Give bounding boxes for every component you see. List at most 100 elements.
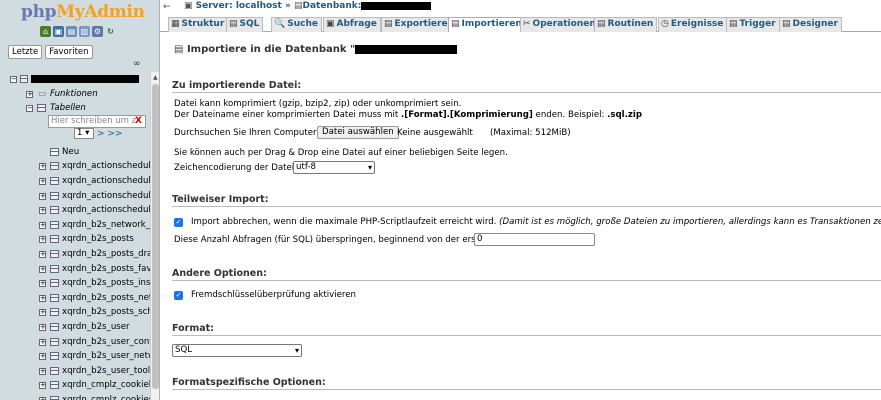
breadcrumb-database[interactable]: Datenbank: bbox=[302, 1, 361, 11]
operations-icon: ✂ bbox=[523, 19, 531, 29]
tab-export[interactable]: ▤ Exportieren bbox=[381, 17, 458, 32]
tree-row-database[interactable]: − bbox=[0, 72, 150, 87]
expand-icon[interactable]: + bbox=[39, 192, 46, 200]
scroll-up-icon[interactable]: ▲ bbox=[153, 74, 158, 81]
reload-icon[interactable]: ↻ bbox=[105, 26, 116, 37]
nav-scrollbar[interactable]: ▲ bbox=[150, 72, 159, 400]
new-table-icon bbox=[50, 147, 59, 156]
charset-select[interactable]: utf-8 ▾ bbox=[293, 161, 375, 174]
table-name: xqrdn_b2s_posts_favo bbox=[62, 263, 150, 274]
divider bbox=[172, 92, 881, 93]
table-icon bbox=[50, 337, 59, 346]
expand-icon[interactable]: + bbox=[39, 353, 46, 361]
tab-designer[interactable]: ▤ Designer bbox=[779, 17, 842, 32]
tree-row-table[interactable]: + xqrdn_actionschedule bbox=[0, 203, 150, 218]
table-name: xqrdn_b2s_posts bbox=[62, 234, 134, 245]
table-filter-input[interactable]: Hier schreiben um z X bbox=[48, 115, 146, 128]
redacted-database-name bbox=[355, 44, 458, 54]
expand-icon[interactable]: + bbox=[39, 250, 46, 258]
tree-row-table[interactable]: + xqrdn_b2s_posts_favo bbox=[0, 262, 150, 277]
tab-import[interactable]: ▤ Importieren bbox=[448, 17, 526, 33]
expand-icon[interactable]: + bbox=[39, 323, 46, 331]
home-icon[interactable]: ⌂ bbox=[40, 26, 51, 37]
tree-row-table[interactable]: + xqrdn_b2s_posts_sche bbox=[0, 305, 150, 320]
tree-row-tables[interactable]: − Tabellen bbox=[0, 101, 150, 116]
expand-icon[interactable]: + bbox=[39, 207, 46, 215]
expand-icon[interactable]: + bbox=[39, 338, 46, 346]
tree-row-table[interactable]: + xqrdn_b2s_posts_netw bbox=[0, 291, 150, 306]
sql-query-icon[interactable]: ▤ bbox=[66, 26, 77, 37]
recent-tab[interactable]: Letzte bbox=[8, 45, 43, 59]
expand-icon[interactable]: + bbox=[39, 265, 46, 273]
phpmyadmin-logo[interactable]: phpMyAdmin bbox=[21, 2, 145, 22]
divider bbox=[172, 206, 881, 207]
link-with-main-panel-icon[interactable]: ∞ bbox=[133, 59, 141, 69]
table-name: xqrdn_b2s_user bbox=[62, 321, 130, 332]
table-name: xqrdn_b2s_user_conta bbox=[62, 336, 150, 347]
fk-checks-checkbox[interactable]: ✓ bbox=[174, 291, 183, 300]
tab-sql[interactable]: ▤ SQL bbox=[226, 17, 264, 32]
settings-icon[interactable]: ⚙ bbox=[92, 26, 103, 37]
expand-icon[interactable]: + bbox=[26, 90, 33, 98]
table-name: xqrdn_b2s_posts_insig bbox=[62, 278, 150, 289]
tree-row-table[interactable]: + xqrdn_cmplz_cookieb bbox=[0, 378, 150, 393]
scrollbar-thumb[interactable] bbox=[152, 84, 159, 389]
expand-icon[interactable]: + bbox=[39, 236, 46, 244]
tree-row-table[interactable]: + xqrdn_b2s_posts_insig bbox=[0, 276, 150, 291]
exit-icon[interactable]: ▣ bbox=[53, 26, 64, 37]
tab-query[interactable]: ▣ Abfrage bbox=[323, 17, 381, 32]
tree-row-table[interactable]: + xqrdn_actionschedule bbox=[0, 189, 150, 204]
tree-row-table[interactable]: + xqrdn_b2s_posts_draf bbox=[0, 247, 150, 262]
routines-icon: ▤ bbox=[597, 19, 606, 29]
tab-triggers[interactable]: ▤ Trigger bbox=[726, 17, 780, 32]
tree-row-table[interactable]: + xqrdn_b2s_user bbox=[0, 320, 150, 335]
table-icon bbox=[50, 395, 59, 400]
table-name: xqrdn_actionschedule bbox=[62, 161, 150, 172]
tree-row-table[interactable]: + xqrdn_b2s_posts bbox=[0, 232, 150, 247]
format-select[interactable]: SQL ▾ bbox=[172, 344, 302, 357]
docs-icon[interactable]: ▥ bbox=[79, 26, 90, 37]
table-icon bbox=[50, 249, 59, 258]
tree-row-table[interactable]: + xqrdn_b2s_network_in bbox=[0, 218, 150, 233]
max-size-label: (Maximal: 512MiB) bbox=[490, 128, 571, 138]
page-select[interactable]: 1 ▾ bbox=[74, 128, 94, 139]
tab-structure[interactable]: ▦ Struktur bbox=[168, 17, 229, 32]
tab-operations[interactable]: ✂ Operationen bbox=[520, 17, 600, 32]
tree-row-functions[interactable]: + ▭ Funktionen bbox=[0, 87, 150, 102]
tab-events[interactable]: ◷ Ereignisse bbox=[658, 17, 728, 32]
tree-row-table[interactable]: + xqrdn_b2s_user_tool bbox=[0, 364, 150, 379]
table-icon bbox=[50, 279, 59, 288]
collapse-icon[interactable]: − bbox=[10, 76, 17, 83]
skip-queries-input[interactable]: 0 bbox=[474, 233, 595, 246]
back-arrow-icon[interactable]: ← bbox=[163, 2, 171, 12]
clear-filter-icon[interactable]: X bbox=[135, 116, 142, 127]
table-icon bbox=[50, 206, 59, 215]
expand-icon[interactable]: + bbox=[39, 177, 46, 185]
collapse-icon[interactable]: − bbox=[26, 105, 33, 113]
triggers-icon: ▤ bbox=[729, 19, 738, 29]
favorites-tab[interactable]: Favoriten bbox=[45, 45, 93, 59]
tree-row-new[interactable]: Neu bbox=[0, 145, 150, 160]
table-name: xqrdn_cmplz_cookies bbox=[62, 394, 150, 400]
tab-search[interactable]: 🔍 Suche bbox=[271, 17, 322, 32]
tab-routines[interactable]: ▤ Routinen bbox=[594, 17, 658, 32]
expand-icon[interactable]: + bbox=[39, 294, 46, 302]
tree-row-table[interactable]: + xqrdn_b2s_user_conta bbox=[0, 335, 150, 350]
abort-import-checkbox[interactable]: ✓ bbox=[174, 218, 183, 227]
tree-row-table[interactable]: + xqrdn_b2s_user_netw bbox=[0, 349, 150, 364]
expand-icon[interactable]: + bbox=[39, 163, 46, 171]
table-name: xqrdn_actionschedule bbox=[62, 190, 150, 201]
choose-file-button[interactable]: Datei auswählen bbox=[317, 126, 399, 139]
expand-icon[interactable]: + bbox=[39, 280, 46, 288]
tree-row-table[interactable]: + xqrdn_actionschedule bbox=[0, 174, 150, 189]
breadcrumb-server[interactable]: Server: localhost bbox=[196, 1, 282, 11]
next-page-link[interactable]: > >> bbox=[97, 129, 122, 139]
other-options-heading: Andere Optionen: bbox=[172, 268, 267, 279]
expand-icon[interactable]: + bbox=[39, 382, 46, 390]
tree-row-table[interactable]: + xqrdn_actionschedule bbox=[0, 159, 150, 174]
expand-icon[interactable]: + bbox=[39, 309, 46, 317]
tree-row-table[interactable]: + xqrdn_cmplz_cookies bbox=[0, 393, 150, 400]
divider bbox=[172, 280, 881, 281]
expand-icon[interactable]: + bbox=[39, 367, 46, 375]
expand-icon[interactable]: + bbox=[39, 221, 46, 229]
